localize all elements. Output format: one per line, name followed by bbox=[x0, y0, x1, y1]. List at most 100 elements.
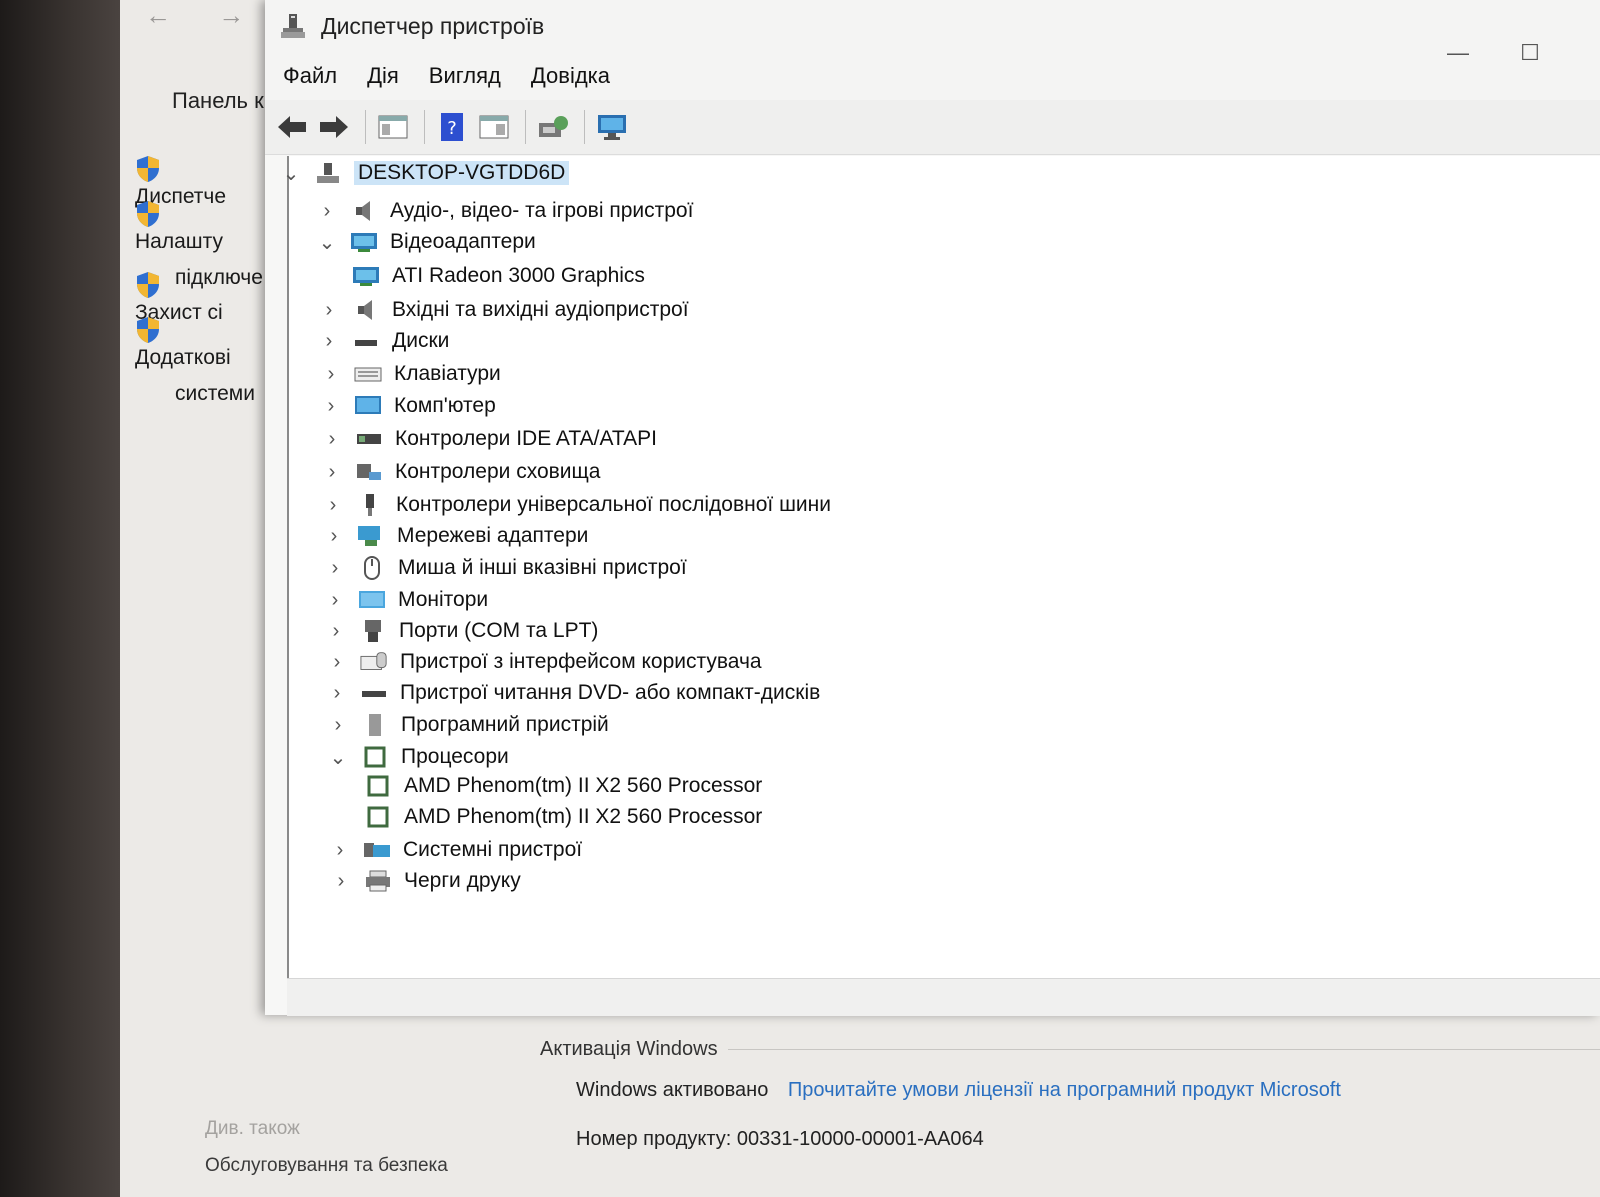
tree-category-item[interactable]: › Аудіо-, відео- та ігрові пристрої bbox=[316, 196, 694, 226]
properties-icon bbox=[479, 115, 509, 139]
tree-category-item[interactable]: ⌄ Відеоадаптери bbox=[316, 227, 536, 257]
menu-bar: Файл Дія Вигляд Довідка bbox=[265, 52, 1600, 100]
chevron-down-icon[interactable]: ⌄ bbox=[327, 745, 349, 770]
help-icon: ? bbox=[441, 113, 463, 141]
tree-item-label: Вхідні та вихідні аудіопристрої bbox=[392, 298, 689, 321]
tree-item-label: Миша й інші вказівні пристрої bbox=[398, 556, 687, 579]
back-arrow-icon[interactable]: ← bbox=[145, 0, 171, 30]
chevron-right-icon[interactable]: › bbox=[322, 494, 344, 517]
computer-icon bbox=[354, 394, 382, 418]
tree-item-label: Пристрої читання DVD- або компакт-дисків bbox=[400, 681, 821, 704]
menu-help[interactable]: Довідка bbox=[531, 63, 610, 89]
tree-root[interactable]: ⌄ DESKTOP-VGTDD6D bbox=[280, 158, 570, 188]
activation-status-row: Windows активовано Прочитайте умови ліце… bbox=[576, 1079, 1600, 1102]
advanced-settings-link[interactable]: Додаткові системи bbox=[135, 316, 275, 416]
computer-root-icon bbox=[314, 161, 342, 185]
tree-category-item[interactable]: › Порти (COM та LPT) bbox=[325, 616, 598, 646]
storage-controller-icon bbox=[355, 460, 383, 484]
device-manager-icon bbox=[281, 14, 305, 38]
chevron-right-icon[interactable]: › bbox=[318, 330, 340, 353]
tree-device-item[interactable]: AMD Phenom(tm) II X2 560 Processor bbox=[364, 771, 762, 801]
hid-icon bbox=[360, 650, 388, 674]
forward-button[interactable] bbox=[315, 108, 353, 146]
maximize-button[interactable]: ☐ bbox=[1510, 38, 1550, 68]
menu-file[interactable]: Файл bbox=[283, 63, 337, 89]
console-tree-icon bbox=[378, 115, 408, 139]
chevron-right-icon[interactable]: › bbox=[324, 589, 346, 612]
monitor-icon bbox=[598, 115, 626, 140]
chevron-down-icon[interactable]: ⌄ bbox=[316, 230, 338, 255]
chevron-down-icon[interactable]: ⌄ bbox=[280, 161, 302, 186]
tree-category-item[interactable]: ⌄ Процесори bbox=[327, 742, 509, 772]
chevron-right-icon[interactable]: › bbox=[324, 557, 346, 580]
chevron-right-icon[interactable]: › bbox=[320, 395, 342, 418]
window-title: Диспетчер пристроїв bbox=[321, 12, 545, 39]
properties-button[interactable] bbox=[475, 108, 513, 146]
toolbar-separator bbox=[525, 110, 526, 144]
tree-item-label: Мережеві адаптери bbox=[397, 524, 589, 547]
tree-category-item[interactable]: › Диски bbox=[318, 326, 450, 356]
mouse-icon bbox=[358, 556, 386, 580]
tree-category-item[interactable]: › Пристрої читання DVD- або компакт-дискі… bbox=[326, 678, 821, 708]
usb-icon bbox=[356, 493, 384, 517]
svg-text:?: ? bbox=[447, 118, 457, 139]
security-maintenance-link[interactable]: Обслуговування та безпека bbox=[205, 1155, 448, 1177]
chevron-right-icon[interactable]: › bbox=[325, 620, 347, 643]
help-button[interactable]: ? bbox=[433, 108, 471, 146]
chevron-right-icon[interactable]: › bbox=[320, 363, 342, 386]
tree-category-item[interactable]: › Контролери універсальної послідовної ши… bbox=[322, 490, 831, 520]
tree-category-item[interactable]: › Вхідні та вихідні аудіопристрої bbox=[318, 295, 689, 325]
update-driver-button[interactable] bbox=[593, 108, 631, 146]
ide-controller-icon bbox=[355, 427, 383, 451]
chevron-right-icon[interactable]: › bbox=[323, 525, 345, 548]
minimize-button[interactable]: — bbox=[1438, 38, 1478, 68]
tree-item-label: Системні пристрої bbox=[403, 838, 583, 861]
tree-category-item[interactable]: › Мережеві адаптери bbox=[323, 521, 589, 551]
tree-item-label: Контролери сховища bbox=[395, 460, 601, 483]
tree-category-item[interactable]: › Монітори bbox=[324, 585, 489, 615]
tree-device-item[interactable]: AMD Phenom(tm) II X2 560 Processor bbox=[364, 802, 762, 832]
chevron-right-icon[interactable]: › bbox=[327, 714, 349, 737]
disk-icon bbox=[352, 329, 380, 353]
chevron-right-icon[interactable]: › bbox=[330, 870, 352, 893]
chevron-right-icon[interactable]: › bbox=[321, 461, 343, 484]
tree-category-item[interactable]: › Пристрої з інтерфейсом користувача bbox=[326, 647, 762, 677]
show-hide-tree-button[interactable] bbox=[374, 108, 412, 146]
keyboard-icon bbox=[354, 362, 382, 386]
chevron-right-icon[interactable]: › bbox=[326, 651, 348, 674]
shield-icon bbox=[137, 272, 159, 298]
back-button[interactable] bbox=[273, 108, 311, 146]
license-terms-link[interactable]: Прочитайте умови ліцензії на програмний … bbox=[788, 1079, 1341, 1101]
dvd-drive-icon bbox=[360, 681, 388, 705]
tree-item-label: ATI Radeon 3000 Graphics bbox=[392, 264, 645, 287]
background-nav: ← → bbox=[145, 0, 284, 31]
tree-item-label: Відеоадаптери bbox=[390, 230, 536, 253]
tree-category-item[interactable]: › Системні пристрої bbox=[329, 835, 582, 865]
chevron-right-icon[interactable]: › bbox=[329, 839, 351, 862]
network-adapter-icon bbox=[357, 524, 385, 548]
see-also-heading: Див. також bbox=[205, 1118, 300, 1139]
tree-category-item[interactable]: › Черги друку bbox=[330, 866, 521, 896]
speaker-icon bbox=[352, 298, 380, 322]
tree-item-label: Клавіатури bbox=[394, 362, 501, 385]
tree-category-item[interactable]: › Контролери IDE ATA/ATAPI bbox=[321, 424, 657, 454]
tree-category-item[interactable]: › Миша й інші вказівні пристрої bbox=[324, 553, 687, 583]
tree-category-item[interactable]: › Клавіатури bbox=[320, 359, 501, 389]
chevron-right-icon[interactable]: › bbox=[318, 299, 340, 322]
chevron-right-icon[interactable]: › bbox=[326, 682, 348, 705]
tree-device-item[interactable]: ATI Radeon 3000 Graphics bbox=[352, 261, 645, 291]
chevron-right-icon[interactable]: › bbox=[321, 428, 343, 451]
tree-category-item[interactable]: › Контролери сховища bbox=[321, 457, 601, 487]
processor-icon bbox=[364, 805, 392, 829]
menu-action[interactable]: Дія bbox=[367, 63, 399, 89]
forward-arrow-icon[interactable]: → bbox=[218, 0, 244, 30]
menu-view[interactable]: Вигляд bbox=[429, 63, 501, 89]
tree-item-label: AMD Phenom(tm) II X2 560 Processor bbox=[404, 774, 763, 797]
tree-category-item[interactable]: › Програмний пристрій bbox=[327, 710, 609, 740]
tree-item-label: Контролери IDE ATA/ATAPI bbox=[395, 427, 658, 450]
scan-hardware-button[interactable] bbox=[534, 108, 572, 146]
link-label: Додаткові bbox=[135, 346, 230, 369]
chevron-right-icon[interactable]: › bbox=[316, 200, 338, 223]
tree-item-label: Процесори bbox=[401, 745, 509, 768]
tree-category-item[interactable]: › Комп'ютер bbox=[320, 391, 496, 421]
